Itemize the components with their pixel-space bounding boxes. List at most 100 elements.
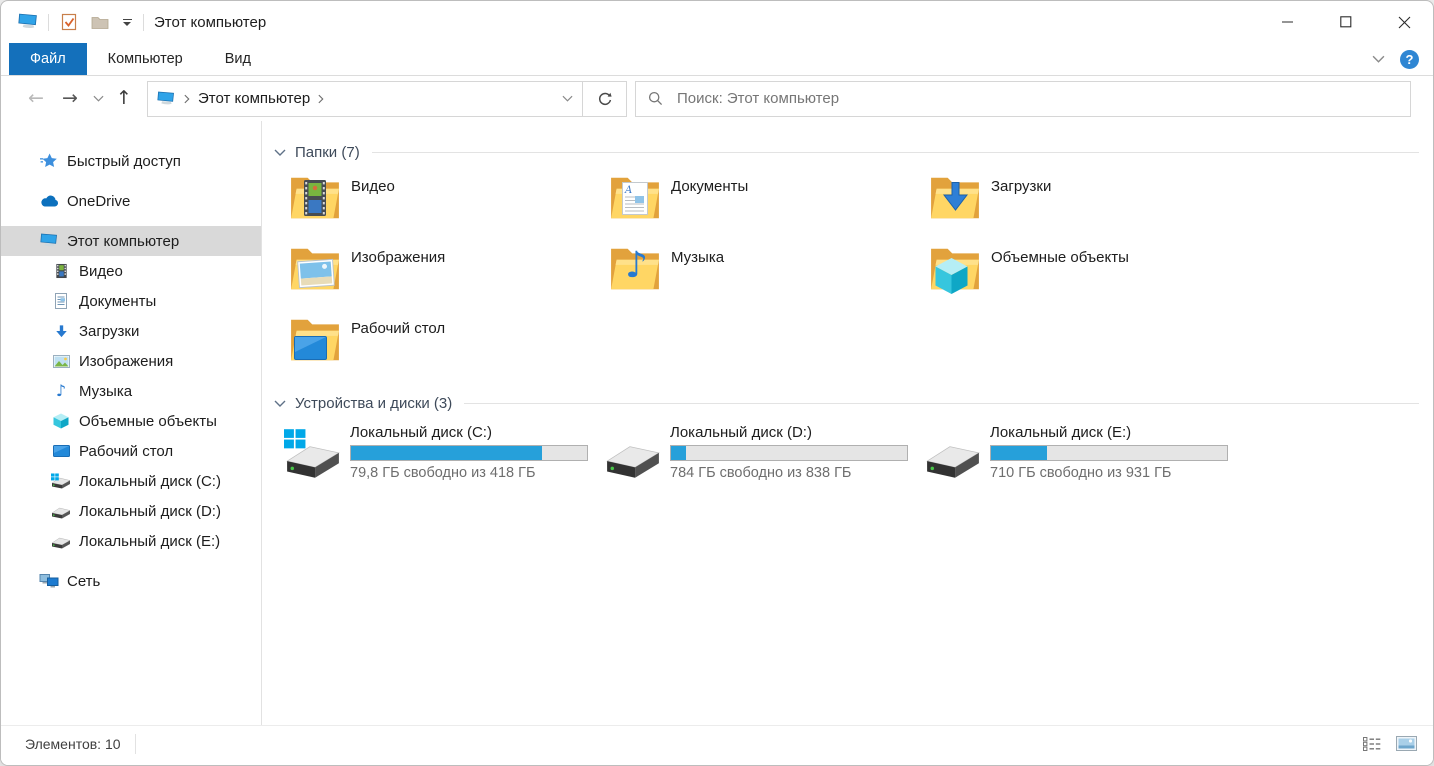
sidebar-item-label: Видео — [79, 262, 123, 280]
group-divider — [371, 151, 1419, 153]
ribbon-collapse-icon[interactable] — [1372, 50, 1385, 68]
search-icon — [648, 91, 663, 106]
refresh-icon[interactable] — [582, 81, 626, 116]
3d-cube-icon — [51, 413, 71, 429]
breadcrumb: Этот компьютер — [148, 90, 552, 107]
sidebar-item-pictures[interactable]: Изображения — [1, 346, 261, 376]
group-title: Папки (7) — [295, 143, 360, 161]
help-icon[interactable]: ? — [1400, 49, 1419, 69]
up-arrow-icon[interactable]: ↑ — [109, 89, 139, 108]
sidebar-item-local-disk-e[interactable]: Локальный диск (E:) — [1, 526, 261, 556]
sidebar-item-label: Быстрый доступ — [67, 152, 181, 170]
drive-item-c[interactable]: Локальный диск (C:) 79,8 ГБ свободно из … — [276, 424, 596, 488]
sidebar-item-label: Объемные объекты — [79, 412, 217, 430]
sidebar-item-videos[interactable]: Видео — [1, 256, 261, 286]
music-note-icon: ♪ — [55, 381, 67, 400]
folder-label: Рабочий стол — [351, 320, 446, 337]
drive-name: Локальный диск (E:) — [990, 424, 1132, 441]
separator — [48, 13, 49, 31]
group-header-devices[interactable]: Устройства и диски (3) — [274, 392, 1419, 414]
title-bar: Этот компьютер — [1, 1, 1433, 43]
sidebar-item-onedrive[interactable]: OneDrive — [1, 186, 261, 216]
capacity-bar — [350, 445, 588, 461]
quick-access-toolbar — [1, 11, 144, 33]
sidebar-item-label: Локальный диск (D:) — [79, 502, 221, 520]
sidebar-item-local-disk-d[interactable]: Локальный диск (D:) — [1, 496, 261, 526]
sidebar-item-label: OneDrive — [67, 192, 131, 210]
sidebar-item-label: Локальный диск (C:) — [79, 472, 221, 490]
separator — [143, 13, 144, 31]
this-pc-icon — [157, 91, 176, 107]
address-bar[interactable]: Этот компьютер — [147, 80, 627, 117]
breadcrumb-chevron-icon[interactable] — [318, 94, 324, 104]
sidebar-item-local-disk-c[interactable]: Локальный диск (C:) — [1, 466, 261, 496]
collapse-chevron-icon[interactable] — [274, 149, 286, 156]
folder-item-videos[interactable]: Видео — [276, 173, 596, 244]
thumbnail-view-icon[interactable] — [1393, 733, 1419, 755]
minimize-button[interactable] — [1259, 1, 1317, 43]
capacity-bar — [990, 445, 1228, 461]
group-title: Устройства и диски (3) — [295, 394, 453, 412]
maximize-button[interactable] — [1317, 1, 1375, 43]
sidebar-item-3d-objects[interactable]: Объемные объекты — [1, 406, 261, 436]
drive-icon — [604, 428, 662, 482]
collapse-chevron-icon[interactable] — [274, 400, 286, 407]
drives-grid: Локальный диск (C:) 79,8 ГБ свободно из … — [276, 424, 1419, 488]
sidebar-item-label: Документы — [79, 292, 157, 310]
filmstrip-icon — [304, 180, 326, 216]
items-count: Элементов: 10 — [25, 735, 121, 752]
sidebar-item-this-pc[interactable]: Этот компьютер — [1, 226, 261, 256]
sidebar-item-downloads[interactable]: Загрузки — [1, 316, 261, 346]
search-input[interactable] — [675, 89, 1398, 108]
sidebar-item-desktop[interactable]: Рабочий стол — [1, 436, 261, 466]
music-note-icon: ♪ — [625, 245, 648, 286]
body-area: Быстрый доступ OneDrive Этот компьютер В… — [1, 121, 1433, 725]
group-header-folders[interactable]: Папки (7) — [274, 141, 1419, 163]
folder-item-music[interactable]: ♪ Музыка — [596, 244, 916, 315]
new-folder-icon[interactable] — [89, 11, 111, 33]
tab-file[interactable]: Файл — [9, 43, 87, 75]
onedrive-cloud-icon — [39, 194, 59, 208]
computer-icon[interactable] — [17, 11, 39, 33]
documents-icon — [51, 293, 71, 309]
drive-item-e[interactable]: Локальный диск (E:) 710 ГБ свободно из 9… — [916, 424, 1236, 488]
folder-item-desktop[interactable]: Рабочий стол — [276, 315, 596, 386]
folder-item-documents[interactable]: A Документы — [596, 173, 916, 244]
sidebar-item-network[interactable]: Сеть — [1, 566, 261, 596]
folder-item-pictures[interactable]: Изображения — [276, 244, 596, 315]
this-pc-icon — [39, 233, 59, 249]
search-box[interactable] — [635, 80, 1411, 117]
sidebar-item-label: Загрузки — [79, 322, 140, 340]
folder-item-downloads[interactable]: Загрузки — [916, 173, 1236, 244]
properties-check-icon[interactable] — [58, 11, 80, 33]
back-arrow-icon[interactable]: ← — [19, 89, 53, 108]
sidebar-item-music[interactable]: ♪ Музыка — [1, 376, 261, 406]
downloads-icon — [51, 324, 71, 339]
recent-locations-chevron-icon[interactable] — [87, 95, 109, 102]
sidebar-item-documents[interactable]: Документы — [1, 286, 261, 316]
drive-item-d[interactable]: Локальный диск (D:) 784 ГБ свободно из 8… — [596, 424, 916, 488]
drive-icon — [51, 504, 71, 519]
sidebar-item-quick-access[interactable]: Быстрый доступ — [1, 146, 261, 176]
status-bar: Элементов: 10 — [1, 725, 1433, 765]
close-button[interactable] — [1375, 1, 1433, 43]
free-space-text: 784 ГБ свободно из 838 ГБ — [670, 465, 852, 481]
forward-arrow-icon[interactable]: → — [53, 89, 87, 108]
drive-name: Локальный диск (C:) — [350, 424, 492, 441]
pictures-icon — [51, 354, 71, 368]
navigation-pane: Быстрый доступ OneDrive Этот компьютер В… — [1, 121, 262, 725]
free-space-text: 79,8 ГБ свободно из 418 ГБ — [350, 465, 536, 481]
breadcrumb-chevron-icon[interactable] — [184, 94, 190, 104]
group-divider — [464, 402, 1419, 404]
tab-computer[interactable]: Компьютер — [87, 43, 204, 75]
tab-view[interactable]: Вид — [204, 43, 272, 75]
folders-grid: Видео A Документы Загрузки Изображения ♪… — [276, 173, 1419, 386]
photo-icon — [297, 258, 335, 289]
details-view-icon[interactable] — [1359, 733, 1385, 755]
breadcrumb-item[interactable]: Этот компьютер — [198, 90, 310, 107]
address-dropdown-chevron-icon[interactable] — [552, 82, 582, 116]
navigation-bar: ← → ↑ Этот компьютер — [1, 76, 1433, 121]
capacity-bar-fill — [351, 446, 542, 460]
customize-qat-dropdown-icon[interactable] — [120, 18, 134, 26]
folder-item-3d-objects[interactable]: Объемные объекты — [916, 244, 1236, 315]
